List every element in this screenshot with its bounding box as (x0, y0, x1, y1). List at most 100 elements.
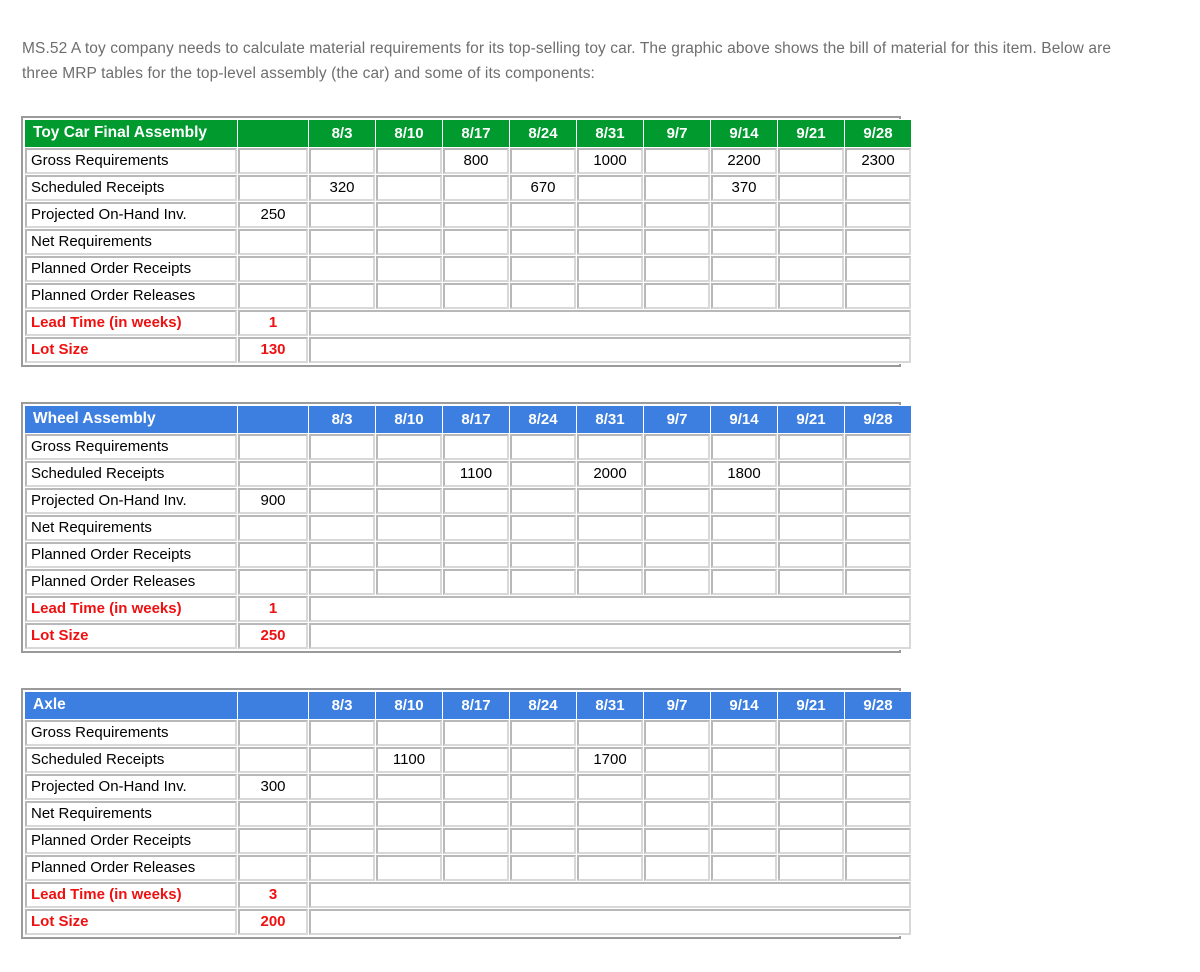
cell-net-8-24[interactable] (510, 514, 576, 541)
leading-blank-cell[interactable] (238, 255, 308, 282)
cell-scheduled-8-24[interactable] (510, 746, 576, 773)
cell-onhand-9-7[interactable] (644, 773, 710, 800)
beginning-inventory-cell[interactable]: 900 (238, 487, 308, 514)
leading-blank-cell[interactable] (238, 854, 308, 881)
cell-scheduled-8-10[interactable]: 1100 (376, 746, 442, 773)
cell-net-8-3[interactable] (309, 800, 375, 827)
cell-onhand-9-14[interactable] (711, 201, 777, 228)
cell-net-8-17[interactable] (443, 800, 509, 827)
cell-net-8-10[interactable] (376, 228, 442, 255)
leading-blank-cell[interactable] (238, 174, 308, 201)
cell-por-8-3[interactable] (309, 827, 375, 854)
cell-onhand-8-17[interactable] (443, 773, 509, 800)
cell-onhand-8-3[interactable] (309, 773, 375, 800)
cell-por-8-17[interactable] (443, 541, 509, 568)
cell-net-9-7[interactable] (644, 800, 710, 827)
cell-scheduled-8-10[interactable] (376, 174, 442, 201)
cell-onhand-9-21[interactable] (778, 201, 844, 228)
cell-scheduled-8-17[interactable]: 1100 (443, 460, 509, 487)
cell-gross-8-24[interactable] (510, 433, 576, 460)
cell-onhand-9-21[interactable] (778, 487, 844, 514)
cell-por-8-31[interactable] (577, 255, 643, 282)
cell-pol-9-14[interactable] (711, 854, 777, 881)
cell-gross-8-24[interactable] (510, 719, 576, 746)
leading-blank-cell[interactable] (238, 282, 308, 309)
leading-blank-cell[interactable] (238, 228, 308, 255)
cell-onhand-9-28[interactable] (845, 487, 911, 514)
cell-gross-8-17[interactable] (443, 433, 509, 460)
cell-scheduled-9-21[interactable] (778, 460, 844, 487)
lead-time-value[interactable]: 1 (238, 309, 308, 336)
cell-scheduled-9-28[interactable] (845, 460, 911, 487)
cell-pol-9-28[interactable] (845, 282, 911, 309)
cell-pol-8-24[interactable] (510, 568, 576, 595)
cell-net-9-28[interactable] (845, 514, 911, 541)
cell-scheduled-8-10[interactable] (376, 460, 442, 487)
cell-scheduled-9-14[interactable]: 370 (711, 174, 777, 201)
cell-pol-9-28[interactable] (845, 854, 911, 881)
cell-net-9-21[interactable] (778, 514, 844, 541)
cell-por-9-7[interactable] (644, 541, 710, 568)
cell-por-9-14[interactable] (711, 255, 777, 282)
cell-onhand-9-28[interactable] (845, 201, 911, 228)
cell-onhand-8-10[interactable] (376, 773, 442, 800)
cell-pol-9-7[interactable] (644, 854, 710, 881)
cell-por-9-28[interactable] (845, 827, 911, 854)
cell-gross-8-17[interactable]: 800 (443, 147, 509, 174)
cell-scheduled-9-21[interactable] (778, 174, 844, 201)
leading-blank-cell[interactable] (238, 147, 308, 174)
cell-pol-8-17[interactable] (443, 568, 509, 595)
cell-gross-8-10[interactable] (376, 433, 442, 460)
cell-scheduled-8-24[interactable]: 670 (510, 174, 576, 201)
cell-onhand-9-21[interactable] (778, 773, 844, 800)
cell-onhand-8-24[interactable] (510, 773, 576, 800)
cell-net-9-14[interactable] (711, 514, 777, 541)
leading-blank-cell[interactable] (238, 746, 308, 773)
cell-net-8-24[interactable] (510, 228, 576, 255)
cell-por-8-24[interactable] (510, 255, 576, 282)
cell-gross-8-10[interactable] (376, 147, 442, 174)
cell-onhand-9-28[interactable] (845, 773, 911, 800)
cell-pol-8-3[interactable] (309, 854, 375, 881)
cell-por-8-10[interactable] (376, 255, 442, 282)
cell-net-8-17[interactable] (443, 514, 509, 541)
cell-scheduled-8-17[interactable] (443, 174, 509, 201)
cell-gross-8-3[interactable] (309, 147, 375, 174)
cell-net-8-31[interactable] (577, 514, 643, 541)
cell-net-8-3[interactable] (309, 228, 375, 255)
leading-blank-cell[interactable] (238, 800, 308, 827)
cell-por-8-24[interactable] (510, 827, 576, 854)
cell-net-8-17[interactable] (443, 228, 509, 255)
cell-scheduled-8-3[interactable]: 320 (309, 174, 375, 201)
cell-onhand-8-31[interactable] (577, 201, 643, 228)
cell-gross-9-14[interactable]: 2200 (711, 147, 777, 174)
cell-por-8-10[interactable] (376, 541, 442, 568)
cell-gross-8-31[interactable] (577, 433, 643, 460)
cell-gross-8-3[interactable] (309, 433, 375, 460)
cell-net-8-24[interactable] (510, 800, 576, 827)
cell-onhand-8-3[interactable] (309, 487, 375, 514)
cell-scheduled-9-7[interactable] (644, 746, 710, 773)
cell-onhand-8-10[interactable] (376, 201, 442, 228)
cell-pol-9-14[interactable] (711, 568, 777, 595)
cell-gross-8-31[interactable]: 1000 (577, 147, 643, 174)
cell-gross-9-21[interactable] (778, 719, 844, 746)
leading-blank-cell[interactable] (238, 433, 308, 460)
cell-pol-8-31[interactable] (577, 282, 643, 309)
cell-net-9-28[interactable] (845, 228, 911, 255)
cell-pol-8-31[interactable] (577, 568, 643, 595)
cell-scheduled-8-17[interactable] (443, 746, 509, 773)
leading-blank-cell[interactable] (238, 827, 308, 854)
cell-por-9-7[interactable] (644, 255, 710, 282)
cell-pol-9-14[interactable] (711, 282, 777, 309)
cell-pol-8-17[interactable] (443, 854, 509, 881)
cell-scheduled-8-31[interactable] (577, 174, 643, 201)
cell-por-8-3[interactable] (309, 255, 375, 282)
cell-scheduled-8-31[interactable]: 2000 (577, 460, 643, 487)
cell-onhand-8-17[interactable] (443, 201, 509, 228)
cell-scheduled-9-7[interactable] (644, 460, 710, 487)
cell-por-9-28[interactable] (845, 541, 911, 568)
cell-pol-8-24[interactable] (510, 282, 576, 309)
cell-gross-9-28[interactable]: 2300 (845, 147, 911, 174)
cell-pol-8-10[interactable] (376, 282, 442, 309)
